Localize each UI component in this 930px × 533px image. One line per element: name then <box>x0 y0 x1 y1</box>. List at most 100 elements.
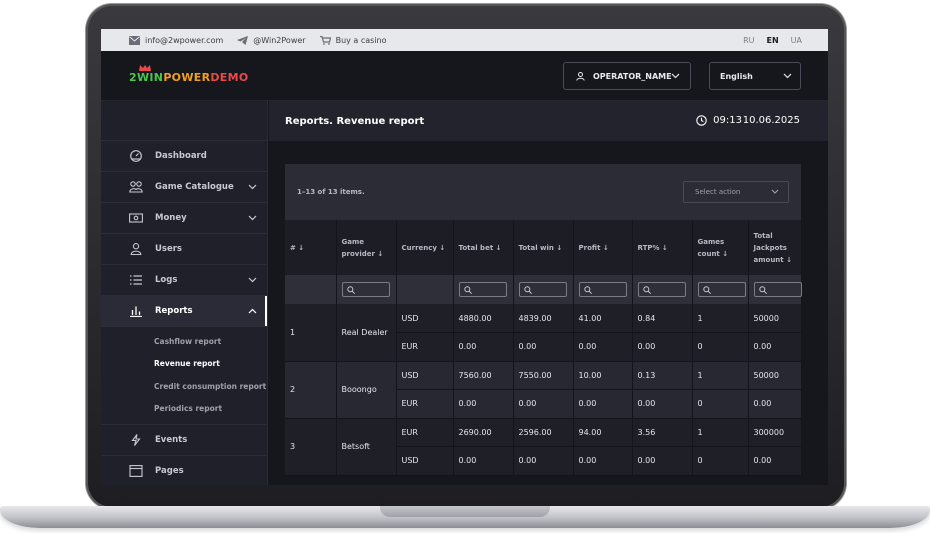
column-header-provider[interactable]: Game provider ↓ <box>336 220 397 275</box>
column-header-label: Total Jackpots amount <box>753 231 787 264</box>
table-row[interactable]: 1 Real Dealer USD 4880.00 4839.00 41.00 0.84 1 5… <box>285 304 802 362</box>
column-header-jackpots[interactable]: Total Jackpots amount ↓ <box>748 220 802 275</box>
operator-select[interactable]: OPERATOR_NAME <box>563 62 691 90</box>
cell-total-bet: 2690.00 <box>453 418 514 447</box>
sort-arrow-icon: ↓ <box>295 243 305 252</box>
chevron-down-icon <box>248 277 257 283</box>
cell-profit: 41.00 <box>573 304 633 333</box>
cell-rtp: 3.56 <box>632 418 693 447</box>
items-count: 1–13 of 13 items. <box>297 188 365 196</box>
column-header-num[interactable]: # ↓ <box>285 220 337 275</box>
laptop-notch <box>380 506 550 517</box>
sidebar-item-label: Reports <box>155 306 193 316</box>
user-icon <box>130 243 142 255</box>
sidebar-item-label: Pages <box>155 466 184 476</box>
search-icon <box>523 286 532 294</box>
sort-arrow-icon: ↓ <box>783 255 792 264</box>
chevron-up-icon <box>248 308 257 314</box>
column-header-games-count[interactable]: Games count ↓ <box>692 220 749 275</box>
buy-casino-text: Buy a casino <box>335 35 387 45</box>
filter-search-input[interactable] <box>578 282 627 297</box>
sidebar-item-logs[interactable]: Logs <box>101 265 267 296</box>
mail-icon <box>129 35 140 45</box>
cell-jackpots: 50000 <box>748 361 802 390</box>
sort-arrow-icon: ↓ <box>436 243 446 252</box>
cell-games: 0 <box>692 332 749 362</box>
sidebar-item-label: Game Catalogue <box>155 182 234 192</box>
email-link[interactable]: info@2wpower.com <box>129 35 223 45</box>
search-icon <box>642 286 651 294</box>
filter-cell-currency <box>396 275 454 304</box>
lang-ua[interactable]: UA <box>791 36 802 45</box>
cell-games: 1 <box>692 361 749 390</box>
table-toolbar: 1–13 of 13 items. Select action <box>285 164 801 220</box>
cell-total-bet: 7560.00 <box>453 361 514 390</box>
filter-search-input[interactable] <box>637 282 686 297</box>
logo[interactable]: 2WINPOWERDEMO <box>129 65 249 84</box>
column-header-currency[interactable]: Currency ↓ <box>396 220 454 275</box>
search-icon <box>346 286 355 294</box>
sidebar-item-events[interactable]: Events <box>101 425 267 456</box>
column-header-label: Total win <box>518 243 554 252</box>
sidebar-item-label: Events <box>155 435 188 445</box>
cell-total-bet: 0.00 <box>453 446 514 476</box>
telegram-link[interactable]: @Win2Power <box>237 35 306 45</box>
filter-search-input[interactable] <box>518 282 567 297</box>
lang-ru[interactable]: RU <box>743 36 754 45</box>
chevron-down-icon <box>671 73 680 79</box>
cell-games: 1 <box>692 418 749 447</box>
filter-search-input[interactable] <box>341 282 390 297</box>
cell-jackpots: 0.00 <box>748 446 802 476</box>
column-header-label: Game provider <box>341 237 375 258</box>
language-select[interactable]: English <box>709 62 801 90</box>
sidebar-item-reports[interactable]: Reports <box>101 296 267 327</box>
filter-cell-total-win <box>513 275 574 304</box>
current-date: 10.06.2025 <box>742 115 800 126</box>
buy-casino-link[interactable]: Buy a casino <box>319 35 387 45</box>
cell-profit: 94.00 <box>573 418 633 447</box>
logo-part-win: WIN <box>136 71 164 84</box>
money-icon <box>129 213 143 223</box>
filter-cell-jackpots <box>748 275 802 304</box>
sidebar-sub-revenue-report[interactable]: Revenue report <box>101 353 267 376</box>
cell-total-win: 0.00 <box>513 389 574 419</box>
filter-search-input[interactable] <box>458 282 507 297</box>
column-header-profit[interactable]: Profit ↓ <box>573 220 633 275</box>
language-switch: RU EN UA <box>731 29 802 51</box>
select-action-dropdown[interactable]: Select action <box>683 181 789 203</box>
cell-rtp: 0.00 <box>632 332 693 362</box>
cell-jackpots: 50000 <box>748 304 802 333</box>
sidebar-item-dashboard[interactable]: Dashboard <box>101 141 267 172</box>
sort-arrow-icon: ↓ <box>493 243 502 252</box>
cell-currency: EUR <box>396 389 454 419</box>
cell-num: 3 <box>285 418 337 476</box>
table-row[interactable]: 2 Booongo USD 7560.00 7550.00 10.00 0.13 1 50000 <box>285 361 802 419</box>
cell-provider: Real Dealer <box>336 304 397 362</box>
sidebar-sub-periodics-report[interactable]: Periodics report <box>101 398 267 421</box>
sidebar-item-pages[interactable]: Pages <box>101 456 267 485</box>
sidebar-sub-cashflow-report[interactable]: Cashflow report <box>101 330 267 353</box>
filter-cell-rtp <box>632 275 693 304</box>
column-header-label: Total bet <box>458 243 494 252</box>
filter-search-input[interactable] <box>697 282 746 297</box>
telegram-text: @Win2Power <box>253 35 306 45</box>
lang-en[interactable]: EN <box>767 36 779 45</box>
column-header-rtp[interactable]: RTP% ↓ <box>632 220 693 275</box>
sidebar-item-label: Users <box>155 244 182 254</box>
cell-total-win: 0.00 <box>513 332 574 362</box>
cell-num: 1 <box>285 304 337 362</box>
filter-search-input[interactable] <box>753 282 802 297</box>
table-row[interactable]: 3 Betsoft EUR 2690.00 2596.00 94.00 3.56 1 30000… <box>285 418 802 476</box>
sort-arrow-icon: ↓ <box>719 249 729 258</box>
sidebar-item-money[interactable]: Money <box>101 203 267 234</box>
pages-icon <box>129 465 143 477</box>
search-icon <box>758 286 767 294</box>
revenue-table: # ↓ Game provider ↓ Currency ↓ Total bet ↓ T… <box>285 220 802 476</box>
cell-currency: EUR <box>396 418 454 447</box>
column-header-total-win[interactable]: Total win ↓ <box>513 220 574 275</box>
column-header-total-bet[interactable]: Total bet ↓ <box>453 220 514 275</box>
sidebar-item-game-catalogue[interactable]: Game Catalogue <box>101 172 267 203</box>
chevron-down-icon <box>248 184 257 190</box>
sidebar-item-users[interactable]: Users <box>101 234 267 265</box>
sidebar-sub-credit-consumption-report[interactable]: Credit consumption report <box>101 375 267 398</box>
